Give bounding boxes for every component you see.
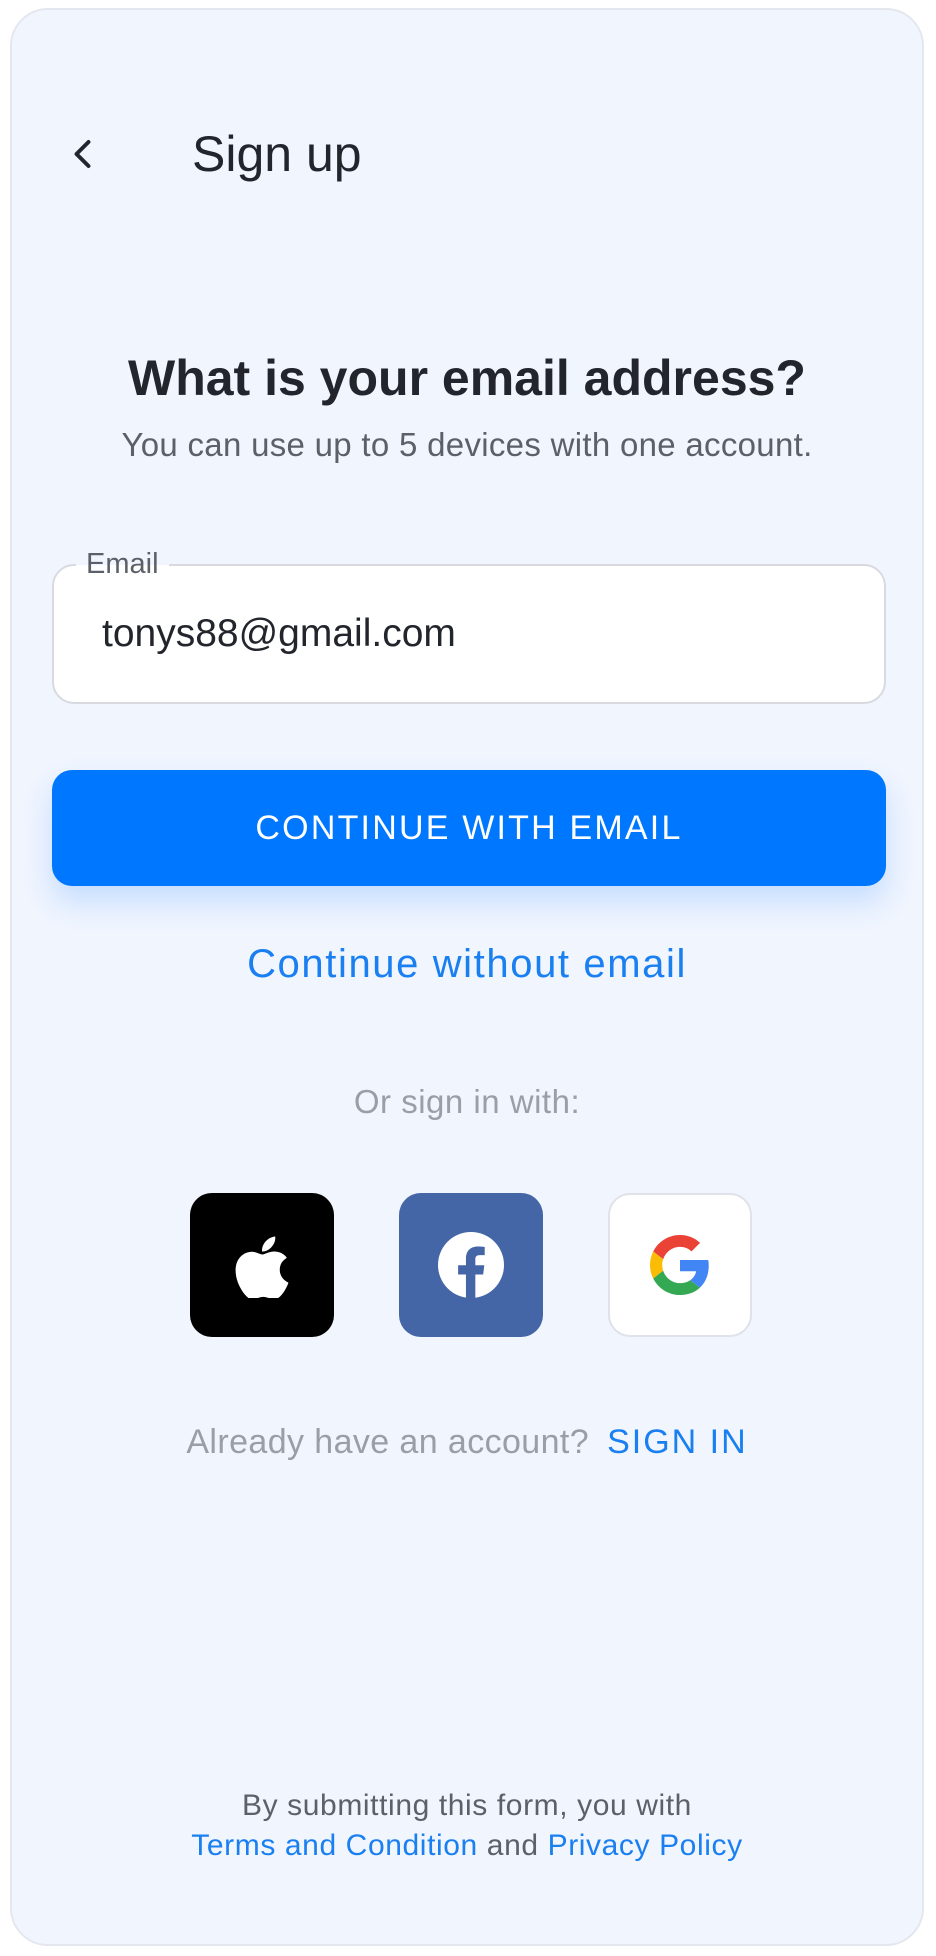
device-limit-subtitle: You can use up to 5 devices with one acc… [121,426,813,463]
legal-line-2: Terms and Condition and Privacy Policy [12,1826,922,1866]
google-sign-in-button[interactable] [608,1193,752,1337]
continue-with-email-button[interactable]: CONTINUE WITH EMAIL [52,770,886,886]
facebook-sign-in-button[interactable] [399,1193,543,1337]
email-question-heading: What is your email address? [128,350,806,406]
facebook-icon [438,1232,504,1298]
sign-in-link[interactable]: SIGN IN [607,1423,748,1461]
apple-icon [235,1236,289,1298]
sign-in-row: Already have an account? SIGN IN [12,1416,922,1475]
legal-and-text: and [486,1829,539,1862]
legal-line-1: By submitting this form, you with [242,1789,692,1822]
continue-without-email-link[interactable]: Continue without email [12,936,922,992]
email-input[interactable] [102,606,842,662]
or-sign-in-label: Or sign in with: [353,1083,581,1120]
legal-notice: By submitting this form, you with Terms … [12,1786,922,1866]
page-title: Sign up [192,126,362,182]
terms-and-condition-link[interactable]: Terms and Condition [191,1829,478,1862]
chevron-left-icon [74,140,91,168]
already-have-account-text: Already have an account? [186,1423,590,1461]
apple-sign-in-button[interactable] [190,1193,334,1337]
back-button[interactable] [56,126,112,182]
email-field[interactable]: Email [52,544,886,704]
google-icon [650,1235,709,1295]
email-field-label: Email [76,544,169,584]
header: Sign up [12,102,922,206]
privacy-policy-link[interactable]: Privacy Policy [548,1829,743,1862]
signup-screen: Sign up What is your email address? You … [10,8,924,1946]
